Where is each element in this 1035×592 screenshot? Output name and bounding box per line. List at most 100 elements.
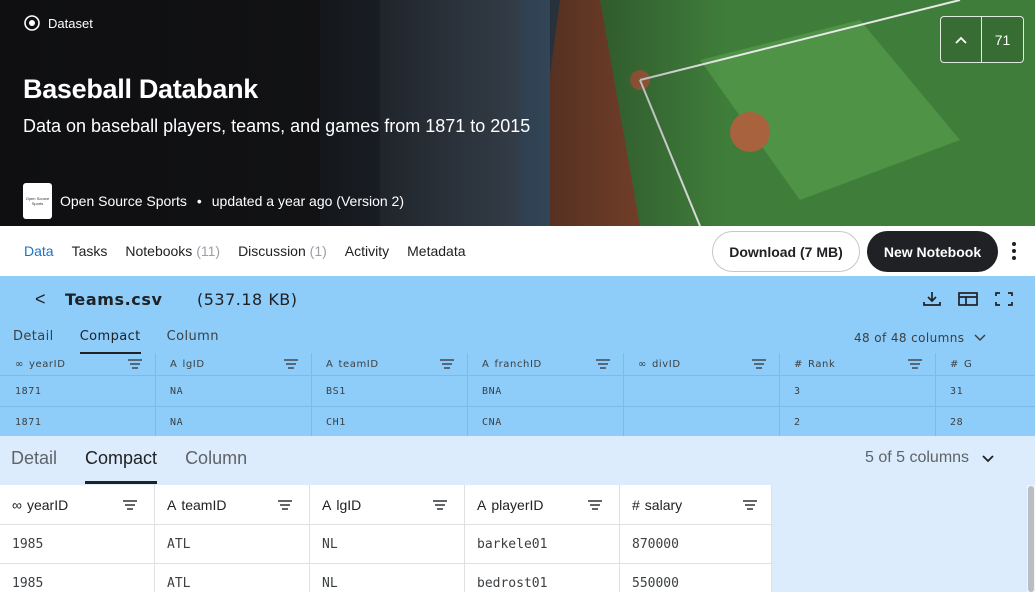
- column-header[interactable]: AteamID: [312, 353, 468, 375]
- tab-discussion[interactable]: Discussion (1): [238, 243, 327, 259]
- column-header[interactable]: AfranchID: [468, 353, 624, 375]
- sort-icon[interactable]: [277, 499, 293, 511]
- download-icon[interactable]: [922, 291, 942, 307]
- sort-icon[interactable]: [595, 358, 611, 370]
- more-options-icon[interactable]: [1008, 240, 1020, 262]
- sort-icon[interactable]: [907, 358, 923, 370]
- file-name: Teams.csv: [65, 290, 163, 309]
- column-count-select[interactable]: 48 of 48 columns: [854, 331, 986, 345]
- column-header[interactable]: # salary: [620, 485, 775, 524]
- table-cell: BNA: [468, 376, 624, 406]
- table-cell: NL: [310, 564, 465, 592]
- table-empty-area: [771, 485, 1027, 592]
- sort-icon[interactable]: [122, 499, 138, 511]
- table-cell: 1871: [0, 407, 156, 436]
- tab-label: Notebooks: [125, 243, 193, 259]
- column-header[interactable]: AlgID: [310, 485, 465, 524]
- column-header[interactable]: ∞ yearID: [0, 353, 156, 375]
- sort-icon[interactable]: [439, 358, 455, 370]
- column-header[interactable]: # G: [936, 353, 1035, 375]
- tab-notebooks[interactable]: Notebooks (11): [125, 243, 220, 259]
- table-row: 1985 ATL NL barkele01 870000: [0, 525, 775, 564]
- tab-count: (11): [196, 243, 221, 259]
- sort-icon[interactable]: [127, 358, 143, 370]
- sort-icon[interactable]: [751, 358, 767, 370]
- table-cell: 31: [950, 385, 964, 397]
- column-name: teamID: [181, 496, 227, 513]
- upvote-button[interactable]: [941, 17, 982, 62]
- view-detail[interactable]: Detail: [13, 329, 54, 354]
- table-cell: [624, 407, 780, 436]
- sort-icon[interactable]: [742, 499, 758, 511]
- breadcrumb[interactable]: Dataset: [24, 15, 93, 31]
- dataset-subtitle: Data on baseball players, teams, and gam…: [23, 116, 531, 136]
- column-type-icon: ∞: [15, 358, 24, 370]
- dataset-tab-bar: Data Tasks Notebooks (11) Discussion (1)…: [0, 226, 1035, 276]
- new-notebook-button[interactable]: New Notebook: [867, 231, 998, 272]
- table-cell: 1985: [0, 564, 155, 592]
- owner-line: Open Source Sports Open Source Sports • …: [23, 183, 404, 219]
- table-cell: CNA: [468, 407, 624, 436]
- download-button[interactable]: Download (7 MB): [712, 231, 860, 272]
- tab-label: Data: [24, 243, 54, 259]
- tab-metadata[interactable]: Metadata: [407, 243, 465, 259]
- column-header[interactable]: AteamID: [155, 485, 310, 524]
- tab-label: Activity: [344, 243, 390, 259]
- column-header[interactable]: ∞ divID: [624, 353, 780, 375]
- table-cell: 870000: [620, 525, 775, 563]
- sort-icon[interactable]: [283, 358, 299, 370]
- column-type-icon: A: [482, 358, 490, 370]
- column-type-icon: A: [477, 496, 487, 513]
- table-cell: NA: [156, 407, 312, 436]
- sort-icon[interactable]: [587, 499, 603, 511]
- table-cell: 1985: [0, 525, 155, 563]
- view-compact[interactable]: Compact: [85, 448, 158, 484]
- dataset-hero: Dataset Baseball Databank Data on baseba…: [0, 0, 1035, 226]
- fullscreen-icon[interactable]: [994, 291, 1014, 307]
- tab-label: Metadata: [407, 243, 466, 259]
- sort-icon[interactable]: [432, 499, 448, 511]
- scrollbar-thumb[interactable]: [1028, 486, 1034, 592]
- view-column[interactable]: Column: [185, 448, 247, 484]
- column-header[interactable]: # Rank: [780, 353, 936, 375]
- column-type-icon: A: [167, 496, 177, 513]
- table-cell: NA: [156, 376, 312, 406]
- breadcrumb-label: Dataset: [48, 15, 93, 31]
- column-name: G: [963, 358, 973, 370]
- file-preview-panel: < Teams.csv (537.18 KB) Detail Compact C…: [0, 276, 1035, 436]
- column-name: playerID: [491, 496, 544, 513]
- column-count-select[interactable]: 5 of 5 columns: [865, 449, 995, 467]
- owner-logo-text: Open Source Sports: [25, 196, 50, 206]
- table-cell: bedrost01: [465, 564, 620, 592]
- tab-activity[interactable]: Activity: [345, 243, 389, 259]
- owner-avatar[interactable]: Open Source Sports: [23, 183, 52, 219]
- table-row: 1985 ATL NL bedrost01 550000: [0, 564, 775, 592]
- table-row: 1871 NA CH1 CNA 2 28: [0, 406, 1035, 436]
- view-detail[interactable]: Detail: [11, 448, 57, 484]
- dataset-icon: [24, 15, 40, 31]
- chevron-left-icon[interactable]: <: [35, 289, 46, 310]
- column-header[interactable]: AlgID: [156, 353, 312, 375]
- table-cell: BS1: [312, 376, 468, 406]
- tab-count: (1): [309, 243, 327, 259]
- vote-count: 71: [994, 31, 1011, 48]
- tab-label: Discussion: [238, 243, 306, 259]
- table-view-icon[interactable]: [958, 291, 978, 307]
- column-type-icon: A: [170, 358, 178, 370]
- column-name: franchID: [494, 358, 542, 370]
- tab-data[interactable]: Data: [24, 243, 54, 259]
- column-type-icon: #: [632, 496, 640, 513]
- page: Dataset Baseball Databank Data on baseba…: [0, 0, 1035, 592]
- column-header[interactable]: ∞ yearID: [0, 485, 155, 524]
- view-compact[interactable]: Compact: [79, 329, 141, 354]
- table-cell: CH1: [312, 407, 468, 436]
- file-view-tabs: Detail Compact Column: [11, 448, 247, 484]
- table-cell: ATL: [155, 564, 310, 592]
- column-header[interactable]: AplayerID: [465, 485, 620, 524]
- column-count-label: 5 of 5 columns: [865, 449, 970, 466]
- owner-name[interactable]: Open Source Sports: [60, 193, 187, 209]
- column-type-icon: A: [322, 496, 332, 513]
- chevron-down-icon: [974, 334, 986, 342]
- tab-tasks[interactable]: Tasks: [72, 243, 108, 259]
- view-column[interactable]: Column: [167, 329, 219, 354]
